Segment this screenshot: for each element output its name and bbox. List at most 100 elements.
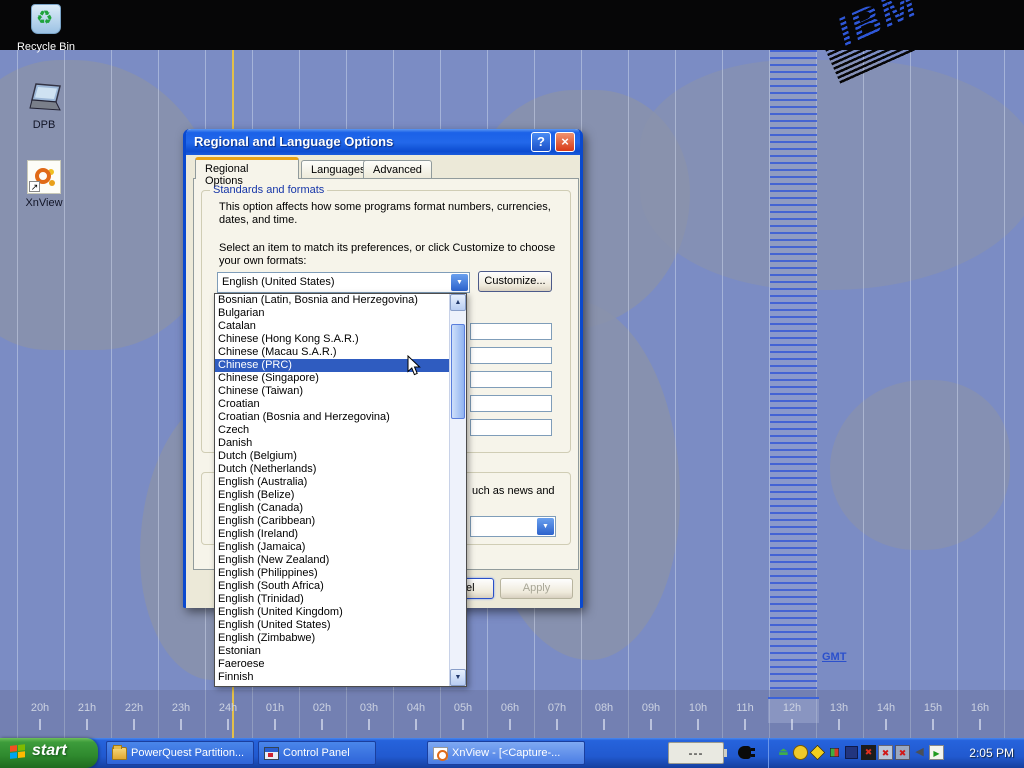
scrollbar-thumb[interactable]: [451, 324, 465, 419]
network-activity-icon[interactable]: [830, 748, 839, 757]
blocked-grid-icon[interactable]: ✖: [861, 745, 876, 760]
desktop-icon-xnview[interactable]: ↗ XnView: [2, 160, 86, 209]
language-option[interactable]: English (Jamaica): [215, 541, 449, 554]
language-dropdown-list[interactable]: Bosnian (Latin, Bosnia and Herzegovina)B…: [214, 293, 467, 687]
lan-connection-icon[interactable]: [845, 746, 858, 759]
windows-flag-icon: [10, 744, 26, 761]
timezone-tick: [227, 719, 229, 730]
customize-button[interactable]: Customize...: [478, 271, 552, 292]
timezone-tick: [368, 719, 370, 730]
ac-power-plug-icon[interactable]: [738, 746, 751, 759]
timezone-divider: [675, 50, 676, 738]
chevron-down-icon[interactable]: ▼: [537, 518, 554, 535]
gmt-label: GMT: [822, 651, 846, 663]
scrollbar[interactable]: ▲ ▼: [449, 294, 466, 686]
language-option[interactable]: English (Australia): [215, 476, 449, 489]
scheduler-icon[interactable]: ▶: [929, 745, 944, 760]
task-label: PowerQuest Partition...: [131, 747, 249, 759]
mouse-cursor: [407, 355, 422, 382]
volume-icon[interactable]: ◀: [912, 745, 927, 760]
timezone-label: 20h: [31, 702, 49, 714]
standards-description: This option affects how some programs fo…: [219, 201, 561, 227]
taskbar-task-powerquest[interactable]: PowerQuest Partition...: [106, 741, 254, 765]
language-list: Bosnian (Latin, Bosnia and Herzegovina)B…: [215, 294, 449, 686]
taskbar-task-control-panel[interactable]: Control Panel: [258, 741, 376, 765]
timezone-tick: [133, 719, 135, 730]
language-option[interactable]: English (Caribbean): [215, 515, 449, 528]
language-option[interactable]: Faeroese: [215, 658, 449, 671]
language-option[interactable]: Catalan: [215, 320, 449, 333]
chevron-down-icon[interactable]: ▼: [451, 274, 468, 291]
antivirus-icon[interactable]: [793, 745, 808, 760]
tab-regional-options[interactable]: Regional Options: [195, 157, 299, 179]
timezone-label: 22h: [125, 702, 143, 714]
language-option[interactable]: English (Trinidad): [215, 593, 449, 606]
timezone-row: 20h21h22h23h24h01h02h03h04h05h06h07h08h0…: [0, 698, 1024, 738]
timezone-divider: [910, 50, 911, 738]
timezone-tick: [932, 719, 934, 730]
timezone-divider: [64, 50, 65, 738]
timezone-label: 10h: [689, 702, 707, 714]
timezone-divider: [111, 50, 112, 738]
desktop-icon-dpb[interactable]: DPB: [2, 82, 86, 131]
language-option[interactable]: Czech: [215, 424, 449, 437]
sample-field: [470, 395, 552, 412]
help-button[interactable]: ?: [531, 132, 551, 152]
desktop-icon-recycle-bin[interactable]: ♻ Recycle Bin: [4, 4, 88, 53]
scroll-up-icon[interactable]: ▲: [450, 294, 466, 311]
language-option[interactable]: Danish: [215, 437, 449, 450]
language-option[interactable]: Croatian (Bosnia and Herzegovina): [215, 411, 449, 424]
language-option[interactable]: Croatian: [215, 398, 449, 411]
language-option[interactable]: Finnish: [215, 671, 449, 684]
format-combo[interactable]: English (United States) ▼: [217, 272, 470, 293]
tab-advanced[interactable]: Advanced: [363, 160, 432, 179]
timezone-divider: [158, 50, 159, 738]
timezone-tick: [838, 719, 840, 730]
timezone-tick: [321, 719, 323, 730]
tray-icons: ⏏✖✖✖◀▶: [776, 745, 944, 761]
language-option[interactable]: English (South Africa): [215, 580, 449, 593]
timezone-tick: [274, 719, 276, 730]
language-option[interactable]: Bosnian (Latin, Bosnia and Herzegovina): [215, 294, 449, 307]
location-combo[interactable]: ▼: [470, 516, 556, 537]
display-error-icon[interactable]: ✖: [895, 745, 910, 760]
language-option[interactable]: Bulgarian: [215, 307, 449, 320]
language-option[interactable]: Dutch (Belgium): [215, 450, 449, 463]
language-option[interactable]: English (United States): [215, 619, 449, 632]
language-option[interactable]: Estonian: [215, 645, 449, 658]
battery-meter[interactable]: ---: [668, 742, 724, 764]
language-option[interactable]: English (Zimbabwe): [215, 632, 449, 645]
timezone-label: 23h: [172, 702, 190, 714]
timezone-tick: [462, 719, 464, 730]
language-option[interactable]: English (Ireland): [215, 528, 449, 541]
language-option[interactable]: English (New Zealand): [215, 554, 449, 567]
timezone-tick: [650, 719, 652, 730]
language-option[interactable]: Dutch (Netherlands): [215, 463, 449, 476]
timezone-label: 12h: [783, 702, 801, 714]
close-button[interactable]: ×: [555, 132, 575, 152]
language-option[interactable]: English (Canada): [215, 502, 449, 515]
taskbar-clock[interactable]: 2:05 PM: [969, 746, 1014, 760]
timezone-divider: [1004, 50, 1005, 738]
language-option[interactable]: English (United Kingdom): [215, 606, 449, 619]
warning-diamond-icon[interactable]: [810, 745, 825, 760]
dialog-title: Regional and Language Options: [194, 134, 393, 149]
timezone-divider: [17, 50, 18, 738]
timezone-label: 15h: [924, 702, 942, 714]
language-option[interactable]: Chinese (Taiwan): [215, 385, 449, 398]
language-option[interactable]: Chinese (Hong Kong S.A.R.): [215, 333, 449, 346]
dialog-titlebar[interactable]: Regional and Language Options ? ×: [186, 129, 580, 155]
taskbar-task-xnview[interactable]: XnView - [<Capture-...: [427, 741, 585, 765]
icon-folder: [112, 747, 127, 760]
language-option[interactable]: English (Philippines): [215, 567, 449, 580]
start-button[interactable]: start: [0, 738, 98, 768]
timezone-tick: [415, 719, 417, 730]
scroll-down-icon[interactable]: ▼: [450, 669, 466, 686]
network-error-icon[interactable]: ✖: [878, 745, 893, 760]
timezone-label: 11h: [736, 702, 754, 714]
continent-shape: [640, 60, 1024, 290]
format-combo-value: English (United States): [222, 276, 335, 288]
safely-remove-hardware-icon[interactable]: ⏏: [776, 745, 791, 760]
language-option[interactable]: English (Belize): [215, 489, 449, 502]
timezone-label: 14h: [877, 702, 895, 714]
